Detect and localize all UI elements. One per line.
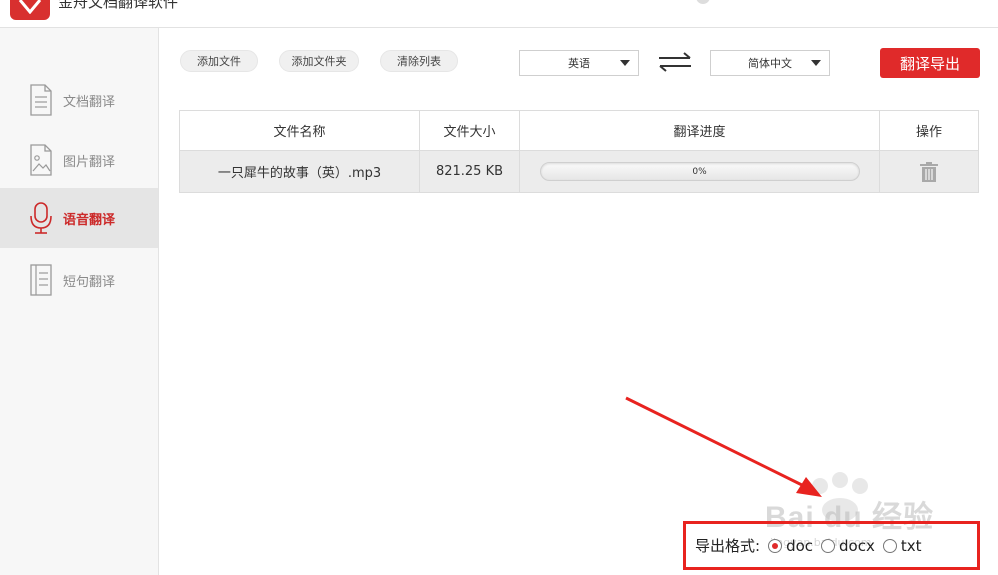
file-table: 文件名称 文件大小 翻译进度 操作 一只犀牛的故事（英）.mp3 821.25 … — [179, 110, 979, 193]
progress-bar: 0% — [539, 162, 860, 181]
sidebar-item-label: 文档翻译 — [63, 94, 116, 110]
file-name: 一只犀牛的故事（英）.mp3 — [180, 151, 420, 192]
table-header: 文件名称 文件大小 翻译进度 操作 — [180, 111, 978, 151]
format-option-txt[interactable]: txt — [882, 536, 922, 555]
source-language-select[interactable]: 英语 — [519, 50, 639, 76]
translate-export-button[interactable]: 翻译导出 — [880, 48, 980, 78]
actions-cell — [880, 151, 978, 192]
trash-icon[interactable] — [920, 161, 938, 182]
chevron-down-icon — [620, 60, 630, 66]
export-format-label: 导出格式: — [695, 537, 761, 555]
progress-cell: 0% — [520, 151, 880, 192]
source-language-value: 英语 — [568, 57, 590, 70]
export-format-group: 导出格式: doc docx txt — [683, 521, 980, 570]
app-logo — [10, 0, 50, 20]
add-folder-button[interactable]: 添加文件夹 — [279, 50, 359, 72]
sidebar-item-label: 短句翻译 — [63, 274, 116, 290]
format-label-txt: txt — [900, 536, 922, 555]
format-label-docx: docx — [839, 536, 875, 555]
target-language-select[interactable]: 简体中文 — [710, 50, 830, 76]
sidebar-item-image-translate[interactable]: 图片翻译 — [0, 130, 158, 190]
sidebar-item-label: 图片翻译 — [63, 154, 116, 170]
image-icon — [28, 143, 54, 177]
swap-arrows-icon[interactable] — [658, 52, 692, 72]
sidebar-item-voice-translate[interactable]: 语音翻译 — [0, 188, 158, 248]
progress-percent: 0% — [692, 166, 707, 177]
column-header-filesize: 文件大小 — [420, 111, 520, 150]
text-lines-icon — [28, 263, 54, 297]
document-icon — [28, 83, 54, 117]
title-bar: 金舟文档翻译软件 — [0, 0, 998, 28]
app-title: 金舟文档翻译软件 — [58, 0, 179, 11]
table-row[interactable]: 一只犀牛的故事（英）.mp3 821.25 KB 0% — [180, 151, 978, 192]
sidebar-item-label: 语音翻译 — [63, 212, 116, 228]
clear-list-button[interactable]: 清除列表 — [380, 50, 458, 72]
sidebar-item-document-translate[interactable]: 文档翻译 — [0, 70, 158, 130]
format-label-doc: doc — [786, 536, 814, 555]
radio-doc[interactable] — [768, 538, 783, 553]
column-header-filename: 文件名称 — [180, 111, 420, 150]
column-header-actions: 操作 — [915, 125, 942, 140]
format-option-docx[interactable]: docx — [821, 537, 875, 555]
add-file-button[interactable]: 添加文件 — [180, 50, 258, 72]
column-header-progress: 翻译进度 — [520, 111, 880, 150]
window-control-icon[interactable] — [696, 0, 710, 4]
chevron-down-icon — [811, 60, 821, 66]
sidebar-item-sentence-translate[interactable]: 短句翻译 — [0, 250, 158, 310]
target-language-value: 简体中文 — [748, 57, 792, 70]
file-size: 821.25 KB — [420, 151, 520, 192]
radio-txt[interactable] — [882, 538, 897, 553]
format-option-doc[interactable]: doc — [768, 537, 813, 555]
radio-docx[interactable] — [821, 538, 836, 553]
sidebar: 文档翻译 图片翻译 语音翻译 短句翻译 — [0, 28, 159, 575]
microphone-icon — [28, 201, 54, 235]
